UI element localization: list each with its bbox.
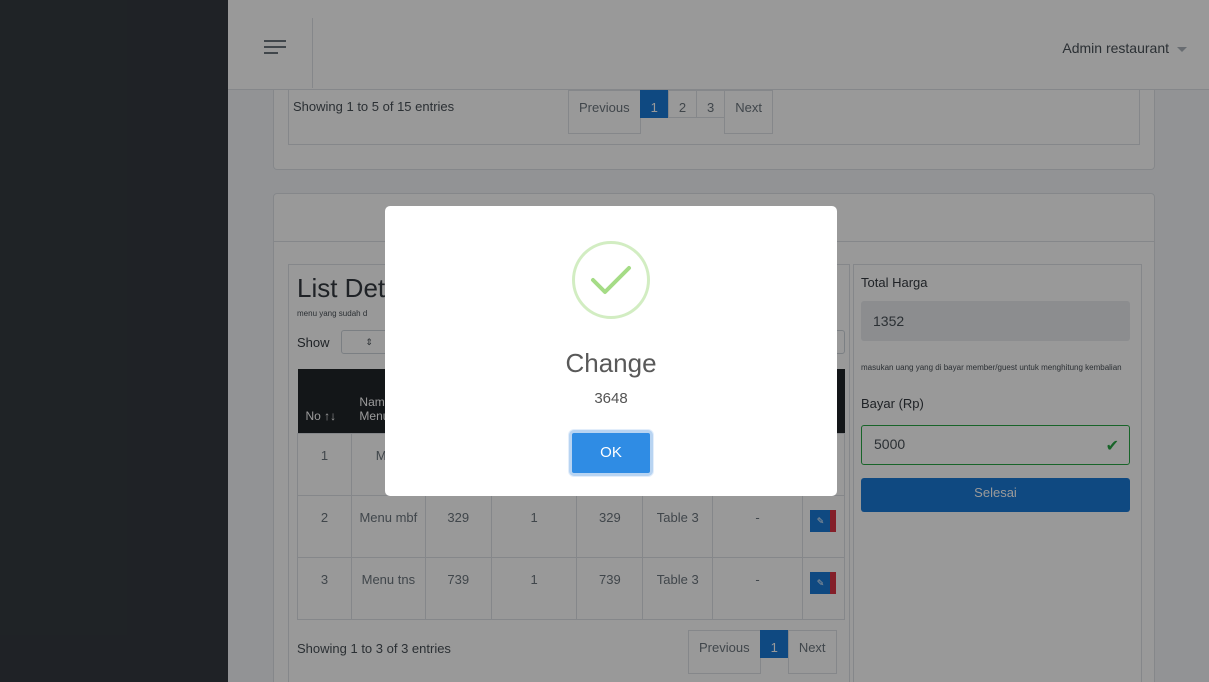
ok-button[interactable]: OK xyxy=(569,430,653,476)
success-check-icon xyxy=(572,241,650,319)
change-dialog: Change 3648 OK xyxy=(385,206,837,496)
dialog-title: Change xyxy=(565,348,657,378)
dialog-text: 3648 xyxy=(594,390,628,407)
